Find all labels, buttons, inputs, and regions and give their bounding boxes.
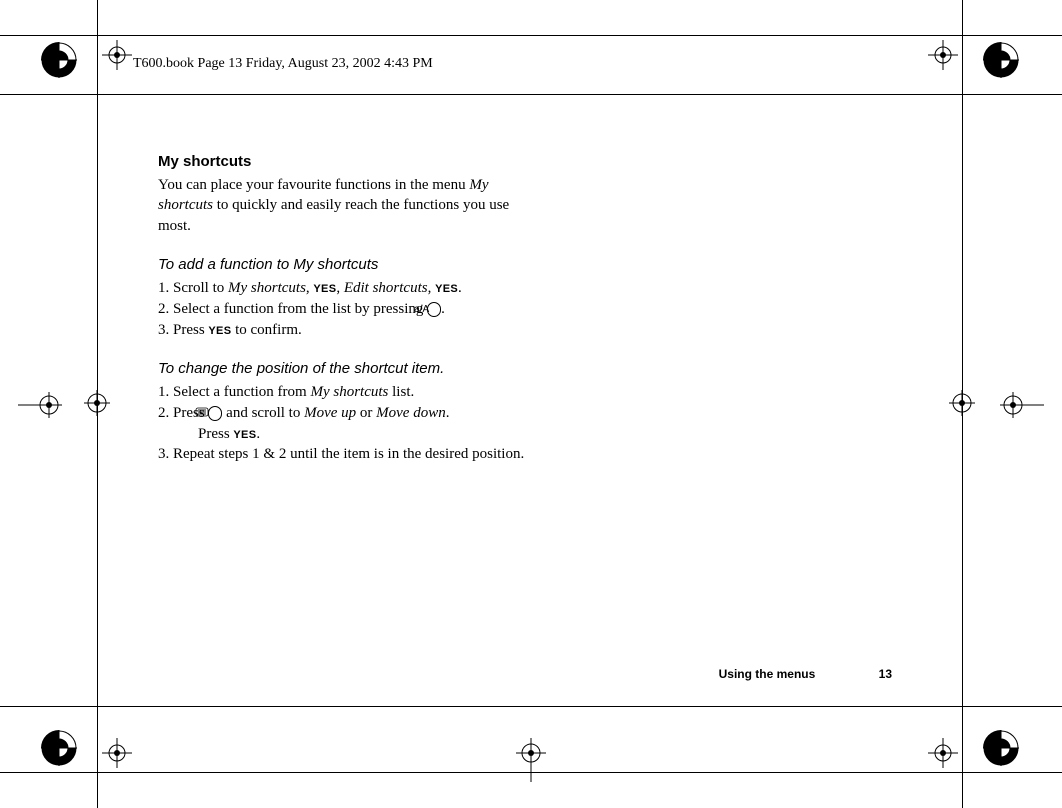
step-b2: 2. Press and scroll to Move up or Move d… (158, 403, 538, 444)
a1-yes2: YES (435, 283, 458, 295)
cross-target-top-left (102, 40, 132, 70)
step-b2-wrap: Press YES. (178, 424, 538, 445)
frame-line-header-bottom (0, 94, 1062, 95)
footer-section: Using the menus (719, 667, 816, 681)
edge-target-bottom-center (516, 738, 542, 764)
a3-pre: Press (173, 322, 208, 338)
step-a1: 1. Scroll to My shortcuts, YES, Edit sho… (158, 278, 538, 299)
section-title-add: To add a function to My shortcuts (158, 255, 538, 276)
footer: Using the menus 13 (719, 667, 892, 681)
b2-or: or (356, 405, 376, 421)
header-text: T600.book Page 13 Friday, August 23, 200… (133, 56, 433, 72)
a1-em2: Edit shortcuts (344, 280, 428, 296)
frame-line-footer-top (0, 706, 1062, 707)
step-a2: 2. Select a function from the list by pr… (158, 299, 538, 320)
a1-end: . (458, 280, 462, 296)
b2-wrap-yes: YES (233, 429, 256, 441)
a1-yes1: YES (313, 283, 336, 295)
b2-end: . (446, 405, 450, 421)
corner-target-top-right (983, 42, 1019, 78)
cross-target-top-right (928, 40, 958, 70)
edge-target-left-inner (84, 390, 110, 416)
b2-em2: Move down (376, 405, 446, 421)
edge-target-right-inner (949, 390, 975, 416)
edge-target-right (1000, 392, 1026, 418)
b1-em: My shortcuts (310, 384, 388, 400)
page-root: T600.book Page 13 Friday, August 23, 200… (0, 0, 1062, 808)
content-area: My shortcuts You can place your favourit… (158, 152, 538, 483)
intro-text-1: You can place your favourite functions i… (158, 177, 469, 193)
a1-mid2: , (336, 280, 344, 296)
frame-line-top (0, 35, 1062, 36)
corner-target-bottom-right (983, 730, 1019, 766)
a1-pre: Scroll to (173, 280, 228, 296)
b2-em1: Move up (304, 405, 356, 421)
cross-target-bottom-right (928, 738, 958, 768)
b3-text: Repeat steps 1 & 2 until the item is in … (173, 446, 524, 462)
cross-target-bottom-left (102, 738, 132, 768)
b2-wrap-pre: Press (198, 426, 233, 442)
corner-target-top-left (41, 42, 77, 78)
a1-em1: My shortcuts (228, 280, 306, 296)
b2-mid: and scroll to (222, 405, 304, 421)
a3-end: to confirm. (231, 322, 301, 338)
corner-target-bottom-left (41, 730, 77, 766)
heading-my-shortcuts: My shortcuts (158, 152, 538, 173)
step-b1: 1. Select a function from My shortcuts l… (158, 382, 538, 403)
keycap-a-a-icon: a/A (427, 302, 441, 317)
a1-mid3: , (428, 280, 436, 296)
keycap-menu-icon (208, 406, 222, 421)
steps-change: 1. Select a function from My shortcuts l… (158, 382, 538, 465)
a2-end: . (441, 301, 445, 317)
section-title-change: To change the position of the shortcut i… (158, 359, 538, 380)
step-b3: 3. Repeat steps 1 & 2 until the item is … (158, 444, 538, 465)
footer-page-number: 13 (879, 667, 892, 681)
intro-paragraph: You can place your favourite functions i… (158, 175, 538, 237)
b1-end: list. (388, 384, 414, 400)
a2-pre: Select a function from the list by press… (173, 301, 427, 317)
step-a3: 3. Press YES to confirm. (158, 320, 538, 341)
steps-add: 1. Scroll to My shortcuts, YES, Edit sho… (158, 278, 538, 340)
a3-yes: YES (208, 325, 231, 337)
b1-pre: Select a function from (173, 384, 310, 400)
edge-target-left (18, 392, 44, 418)
b2-wrap-end: . (256, 426, 260, 442)
